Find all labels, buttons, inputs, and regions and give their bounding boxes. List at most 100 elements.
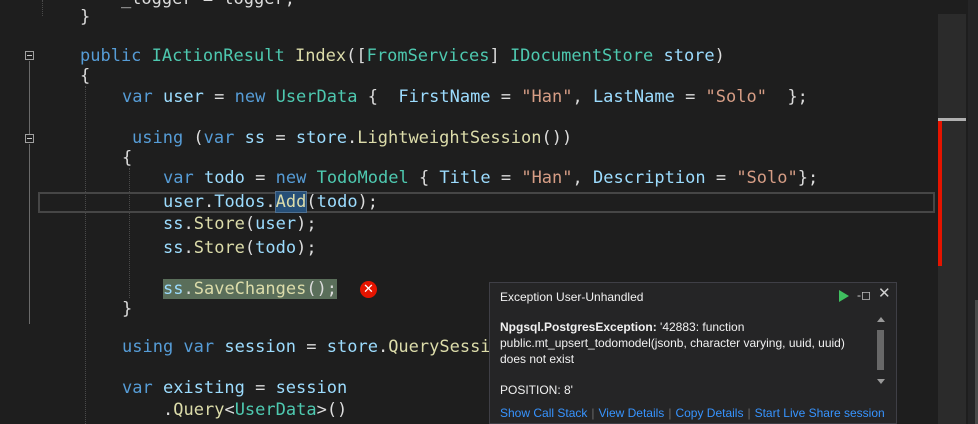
code-token: Store xyxy=(193,214,245,234)
exception-position: POSITION: 8' xyxy=(500,383,573,397)
code-token: store xyxy=(663,46,715,66)
code-token: LastName xyxy=(592,87,686,107)
code-token: }; xyxy=(766,87,808,107)
code-token: { xyxy=(122,148,133,168)
code-token: < xyxy=(224,400,235,420)
code-token: todo xyxy=(203,168,256,188)
code-token: ( xyxy=(244,238,256,258)
code-line: var todo = new TodoModel { Title = "Han"… xyxy=(163,167,818,189)
code-token: IActionResult xyxy=(151,46,295,66)
scrollbar-error-marker xyxy=(938,118,942,266)
code-token: TodoModel xyxy=(316,168,419,188)
code-token: , xyxy=(572,168,593,188)
code-token: ss xyxy=(163,238,184,258)
code-token: ( xyxy=(244,214,256,234)
live-share-link[interactable]: Start Live Share session xyxy=(755,406,885,420)
view-details-link[interactable]: View Details xyxy=(599,406,665,420)
code-token: (); xyxy=(306,279,338,299)
code-token: ); xyxy=(296,238,317,258)
code-token: = xyxy=(255,378,276,398)
popup-scroll-thumb[interactable] xyxy=(877,330,884,370)
popup-links: Show Call Stack | View Details | Copy Detail… xyxy=(500,406,885,420)
code-token: "Han" xyxy=(521,168,573,188)
vertical-scrollbar[interactable] xyxy=(938,14,966,424)
code-token: user xyxy=(163,192,204,212)
code-token: ss xyxy=(163,214,184,234)
collapse-method-icon[interactable] xyxy=(25,51,34,60)
error-icon[interactable]: ✕ xyxy=(360,281,377,298)
show-call-stack-link[interactable]: Show Call Stack xyxy=(500,406,587,420)
code-token: using xyxy=(132,128,194,148)
code-token: var xyxy=(183,337,225,357)
scroll-down-icon[interactable] xyxy=(877,379,885,384)
code-token: new xyxy=(275,168,317,188)
code-token: store xyxy=(326,337,378,357)
code-token: UserData xyxy=(275,87,368,107)
code-token: var xyxy=(163,168,204,188)
code-token: QuerySessi xyxy=(388,337,491,357)
indent-guide xyxy=(129,168,130,298)
code-line: var existing = session xyxy=(122,377,347,399)
code-line: _logger = logger; xyxy=(80,0,295,10)
code-token: ); xyxy=(296,214,317,234)
code-token: ss xyxy=(163,279,184,299)
code-token: session xyxy=(275,378,348,398)
code-token: ()) xyxy=(541,128,573,148)
code-token: existing xyxy=(162,378,256,398)
code-token: . xyxy=(183,238,194,258)
code-token: "Solo" xyxy=(736,168,798,188)
code-token: FirstName xyxy=(398,87,501,107)
code-token: todo xyxy=(255,238,297,258)
code-line: { xyxy=(122,147,132,169)
code-token: Index xyxy=(294,46,347,66)
code-line: using (var ss = store.LightweightSession… xyxy=(132,127,572,149)
copy-details-link[interactable]: Copy Details xyxy=(675,406,743,420)
code-token: store xyxy=(295,128,348,148)
code-token: = xyxy=(500,168,522,188)
code-token: UserData xyxy=(234,400,317,420)
code-token: FromServices xyxy=(366,46,490,66)
code-token: . xyxy=(183,279,194,299)
code-token: "Solo" xyxy=(705,87,767,107)
code-token: >() xyxy=(316,400,348,420)
code-token: ( xyxy=(306,192,317,212)
close-icon[interactable]: ✕ xyxy=(878,286,891,301)
collapse-using-icon[interactable] xyxy=(25,134,34,143)
popup-title: Exception User-Unhandled xyxy=(500,290,644,304)
code-token: = xyxy=(214,87,235,107)
code-token: = xyxy=(275,128,296,148)
code-token: } xyxy=(80,7,91,27)
indent-guide xyxy=(42,0,43,16)
code-token: IDocumentStore xyxy=(509,46,664,66)
code-token: "Han" xyxy=(521,87,573,107)
code-token: , xyxy=(572,87,593,107)
code-token: public xyxy=(80,46,152,66)
code-token: new xyxy=(234,87,276,107)
code-token: using xyxy=(122,337,184,357)
code-token: . xyxy=(377,337,389,357)
code-token: var xyxy=(122,378,163,398)
code-line: ss.Store(todo); xyxy=(163,237,317,259)
pin-icon[interactable]: -◻ xyxy=(857,288,871,302)
code-line: var user = new UserData { FirstName = "H… xyxy=(122,86,808,108)
fold-line xyxy=(29,61,30,135)
exception-type: Npgsql.PostgresException: xyxy=(500,320,657,334)
code-token: Query xyxy=(173,400,225,420)
code-token: user xyxy=(162,87,215,107)
scrollbar-caret-marker xyxy=(938,118,966,121)
code-token: . xyxy=(347,128,358,148)
code-token: { xyxy=(418,168,440,188)
popup-scrollbar[interactable] xyxy=(875,317,887,393)
code-token: ([ xyxy=(346,46,367,66)
code-token: user xyxy=(255,214,297,234)
scroll-up-icon[interactable] xyxy=(877,317,885,322)
continue-icon[interactable] xyxy=(839,290,849,302)
code-token: = xyxy=(255,168,276,188)
code-token: = xyxy=(500,87,522,107)
code-token: ) xyxy=(714,46,725,66)
exception-message: Npgsql.PostgresException: '42883: functi… xyxy=(500,319,868,367)
code-token: } xyxy=(122,299,133,319)
code-token: LightweightSession xyxy=(357,128,542,148)
code-token: ( xyxy=(193,128,204,148)
code-token: Add xyxy=(274,191,308,213)
